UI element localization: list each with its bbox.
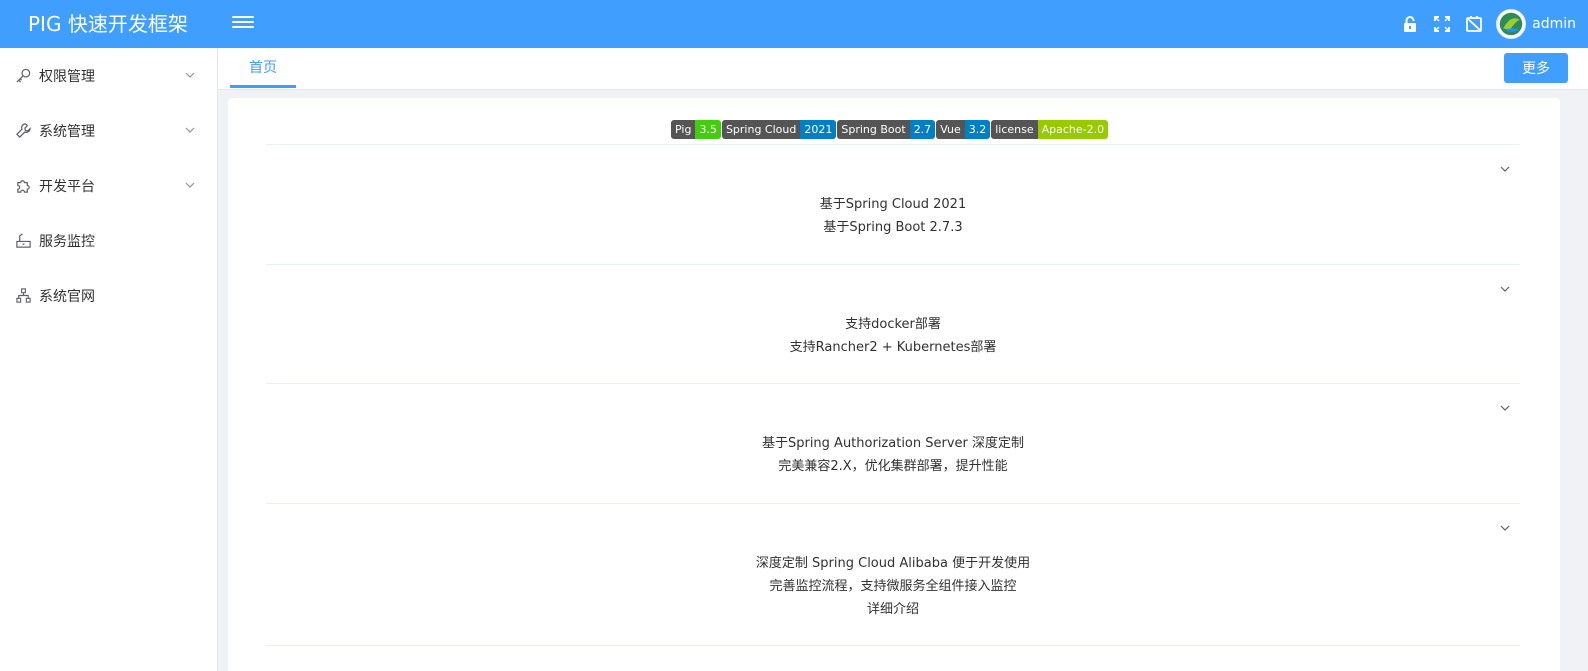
feature-line: 深度定制 Spring Cloud Alibaba 便于开发使用: [755, 556, 1031, 571]
sidebar-item-system[interactable]: 系统管理: [0, 103, 217, 158]
sidebar-item-monitor[interactable]: 服务监控: [0, 213, 217, 268]
feature-line: 基于Spring Boot 2.7.3: [823, 220, 963, 235]
sidebar-item-label: 系统管理: [39, 123, 95, 140]
top-navbar: PIG 快速开发框架 admin: [0, 0, 1588, 48]
sidebar-item-devplatform[interactable]: 开发平台: [0, 158, 217, 213]
badge-row: Pig 3.5 Spring Cloud 2021 Spring Boot 2.…: [671, 120, 1109, 139]
feature-line: 详细介绍: [866, 602, 919, 617]
fullscreen-icon[interactable]: [1432, 14, 1452, 34]
chevron-down-icon: [185, 72, 195, 78]
collapse-content: 深度定制 Spring Cloud Alibaba 便于开发使用 完善监控流程，…: [266, 552, 1520, 621]
badge-vue[interactable]: Vue 3.2: [936, 120, 991, 139]
divider: [266, 645, 1520, 646]
main-content: Pig 3.5 Spring Cloud 2021 Spring Boot 2.…: [228, 98, 1560, 671]
collapse-header[interactable]: [266, 384, 1520, 432]
badge-pig[interactable]: Pig 3.5: [671, 120, 721, 139]
collapse-item: 支持docker部署 支持Rancher2 + Kubernetes部署: [266, 264, 1520, 359]
sidebar-item-permission[interactable]: 权限管理: [0, 48, 217, 103]
collapse-header[interactable]: [266, 504, 1520, 552]
feature-line: 支持docker部署: [845, 317, 941, 332]
chevron-down-icon: [185, 182, 195, 188]
collapse-item: 基于Spring Authorization Server 深度定制 完美兼容2…: [266, 383, 1520, 478]
collapse-content: 基于Spring Cloud 2021 基于Spring Boot 2.7.3: [266, 193, 1520, 239]
sitemap-icon: [14, 287, 32, 305]
collapse-content: 基于Spring Authorization Server 深度定制 完美兼容2…: [266, 432, 1520, 478]
sidebar: 权限管理 系统管理 开发平台 服务监控 系统官网: [0, 48, 218, 671]
menu-toggle-icon[interactable]: [232, 14, 254, 34]
feature-line: 基于Spring Authorization Server 深度定制: [761, 436, 1025, 451]
sidebar-item-website[interactable]: 系统官网: [0, 268, 217, 323]
wrench-icon: [14, 122, 32, 140]
collapse-header[interactable]: [266, 265, 1520, 313]
tab-home[interactable]: 首页: [230, 48, 296, 88]
chevron-down-icon[interactable]: [1500, 284, 1510, 294]
app-title[interactable]: PIG 快速开发框架: [28, 0, 188, 48]
puzzle-icon: [14, 177, 32, 195]
more-button[interactable]: 更多: [1504, 53, 1568, 83]
chevron-down-icon[interactable]: [1500, 523, 1510, 533]
chevron-down-icon: [185, 127, 195, 133]
key-icon: [14, 67, 32, 85]
badge-license[interactable]: license Apache-2.0: [991, 120, 1109, 139]
feature-line: 完美兼容2.X，优化集群部署，提升性能: [778, 459, 1008, 474]
monitor-icon: [14, 232, 32, 250]
chevron-down-icon[interactable]: [1500, 403, 1510, 413]
badge-spring-boot[interactable]: Spring Boot 2.7: [837, 120, 936, 139]
feature-line: 支持Rancher2 + Kubernetes部署: [789, 340, 997, 355]
sidebar-item-label: 权限管理: [39, 68, 95, 85]
avatar-logo-icon: [1499, 12, 1523, 36]
feature-line: 基于Spring Cloud 2021: [819, 197, 967, 212]
collapse-header[interactable]: [266, 145, 1520, 193]
lock-icon[interactable]: [1400, 14, 1420, 34]
collapse-item: 深度定制 Spring Cloud Alibaba 便于开发使用 完善监控流程，…: [266, 503, 1520, 621]
top-right-toolbar: admin: [1388, 0, 1576, 48]
sidebar-item-label: 服务监控: [39, 233, 95, 250]
badge-spring-cloud[interactable]: Spring Cloud 2021: [721, 120, 837, 139]
sidebar-item-label: 系统官网: [39, 288, 95, 305]
sidebar-item-label: 开发平台: [39, 178, 95, 195]
theme-icon[interactable]: [1464, 14, 1484, 34]
username[interactable]: admin: [1532, 16, 1576, 32]
avatar[interactable]: [1496, 9, 1527, 39]
collapse-content: 支持docker部署 支持Rancher2 + Kubernetes部署: [266, 313, 1520, 359]
tabs-bar: 首页 更多: [218, 48, 1588, 90]
chevron-down-icon[interactable]: [1500, 164, 1510, 174]
feature-line: 完善监控流程，支持微服务全组件接入监控: [769, 579, 1017, 594]
collapse-item: 基于Spring Cloud 2021 基于Spring Boot 2.7.3: [266, 144, 1520, 239]
